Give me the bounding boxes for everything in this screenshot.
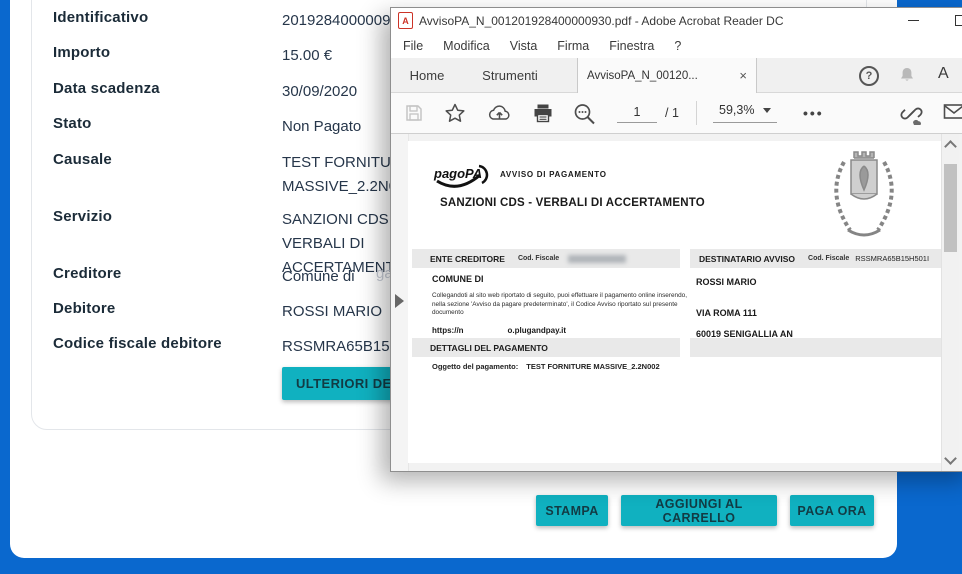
- more-tools-icon[interactable]: •••: [803, 105, 824, 121]
- page-number-field: [617, 102, 655, 123]
- cod-fiscale-label: Cod. Fiscale: [518, 255, 559, 262]
- bell-icon[interactable]: [898, 66, 916, 84]
- destinatario-cod-fiscale-value: RSSMRA65B15H501I: [855, 254, 929, 263]
- window-titlebar[interactable]: AvvisoPA_N_001201928400000930.pdf - Adob…: [391, 8, 962, 33]
- pdf-subject-line: Oggetto del pagamento: TEST FORNITURE MAS…: [432, 362, 660, 371]
- pdf-dest-name: ROSSI MARIO: [696, 277, 757, 287]
- tab-home[interactable]: Home: [391, 58, 463, 92]
- pdf-ente-creditore-header: ENTE CREDITORE Cod. Fiscale: [412, 249, 680, 268]
- field-label: Stato: [53, 115, 92, 132]
- field-label: Causale: [53, 151, 112, 168]
- zoom-level-value: 59,3%: [719, 103, 754, 117]
- add-to-cart-button[interactable]: AGGIUNGI AL CARRELLO: [621, 495, 777, 526]
- scroll-down-icon[interactable]: [944, 452, 957, 465]
- field-label: Debitore: [53, 300, 115, 317]
- pdf-dest-address: VIA ROMA 111: [696, 308, 757, 318]
- page-count-label: / 1: [665, 106, 679, 120]
- nav-pane-arrow-icon[interactable]: [395, 294, 404, 308]
- subject-label: Oggetto del pagamento:: [432, 362, 518, 371]
- tab-document[interactable]: AvvisoPA_N_00120... ×: [577, 58, 757, 93]
- page-number-input[interactable]: [617, 102, 657, 123]
- zoom-search-icon[interactable]: [573, 103, 597, 125]
- maximize-button[interactable]: [947, 8, 962, 33]
- pdf-file-icon: [398, 12, 413, 29]
- field-label: Importo: [53, 44, 110, 61]
- pdf-title: SANZIONI CDS - VERBALI DI ACCERTAMENTO: [440, 197, 705, 209]
- star-icon[interactable]: [444, 103, 466, 123]
- navigation-pane-strip[interactable]: [391, 134, 409, 471]
- tab-tools[interactable]: Strumenti: [463, 58, 557, 92]
- print-icon[interactable]: [532, 103, 554, 123]
- pdf-dettagli-header-right: [690, 338, 941, 357]
- menu-help[interactable]: ?: [664, 37, 691, 55]
- tab-bar: Home Strumenti AvvisoPA_N_00120... × A: [391, 58, 962, 93]
- subject-value: TEST FORNITURE MASSIVE_2.2N002: [526, 362, 659, 371]
- url-prefix: https://n: [432, 326, 464, 335]
- pdf-dettagli-header: DETTAGLI DEL PAGAMENTO: [412, 338, 680, 357]
- cod-fiscale-label: Cod. Fiscale: [808, 255, 849, 262]
- pdf-payment-instructions: Collegandoti al sito web riportato di se…: [432, 292, 690, 318]
- chevron-down-icon: [763, 108, 771, 113]
- menu-vista[interactable]: Vista: [500, 37, 548, 55]
- pdf-ente-name: COMUNE DI: [432, 274, 484, 284]
- tab-document-label: AvvisoPA_N_00120...: [587, 70, 735, 82]
- document-area: pagoPA AVVISO DI PAGAMENTO SANZIONI CDS …: [391, 134, 962, 471]
- print-button[interactable]: STAMPA: [536, 495, 608, 526]
- help-icon[interactable]: [859, 66, 879, 86]
- zoom-level-control[interactable]: 59,3%: [713, 103, 777, 123]
- menu-file[interactable]: File: [393, 37, 433, 55]
- destinatario-label: DESTINATARIO AVVISO: [699, 254, 795, 264]
- field-label: Data scadenza: [53, 80, 160, 97]
- cloud-upload-icon[interactable]: [487, 103, 513, 123]
- email-icon[interactable]: [943, 103, 962, 120]
- menu-finestra[interactable]: Finestra: [599, 37, 664, 55]
- municipal-emblem: [820, 146, 908, 242]
- pdf-page: pagoPA AVVISO DI PAGAMENTO SANZIONI CDS …: [408, 141, 942, 463]
- scroll-up-icon[interactable]: [944, 140, 957, 153]
- toolbar-separator: [696, 101, 697, 125]
- url-suffix: o.plugandpay.it: [508, 326, 567, 335]
- menu-modifica[interactable]: Modifica: [433, 37, 500, 55]
- minimize-button[interactable]: [899, 8, 927, 33]
- field-label: Creditore: [53, 265, 121, 282]
- field-label: Identificativo: [53, 9, 148, 26]
- field-label: Codice fiscale debitore: [53, 335, 222, 352]
- account-button[interactable]: A: [938, 65, 949, 83]
- acrobat-window: AvvisoPA_N_001201928400000930.pdf - Adob…: [390, 7, 962, 472]
- redacted-cod-fiscale: [568, 255, 626, 263]
- menu-firma[interactable]: Firma: [547, 37, 599, 55]
- pdf-notice-type: AVVISO DI PAGAMENTO: [500, 170, 607, 179]
- pdf-destinatario-header: DESTINATARIO AVVISO Cod. Fiscale RSSMRA6…: [690, 249, 941, 268]
- window-title: AvvisoPA_N_001201928400000930.pdf - Adob…: [419, 14, 784, 28]
- save-icon[interactable]: [404, 103, 424, 123]
- vertical-scrollbar[interactable]: [941, 134, 959, 471]
- pay-now-button[interactable]: PAGA ORA: [790, 495, 874, 526]
- share-link-icon[interactable]: [899, 103, 925, 125]
- field-label: Servizio: [53, 208, 112, 225]
- menu-bar: File Modifica Vista Firma Finestra ?: [391, 33, 962, 58]
- close-icon[interactable]: ×: [739, 68, 747, 83]
- scrollbar-thumb[interactable]: [944, 164, 957, 252]
- dettagli-pagamento-label: DETTAGLI DEL PAGAMENTO: [430, 343, 548, 353]
- ente-creditore-label: ENTE CREDITORE: [430, 254, 505, 264]
- pagopa-logo: pagoPA: [432, 161, 492, 193]
- toolbar: / 1 59,3% •••: [391, 93, 962, 134]
- pdf-payment-url: https://n o.plugandpay.it: [432, 326, 566, 335]
